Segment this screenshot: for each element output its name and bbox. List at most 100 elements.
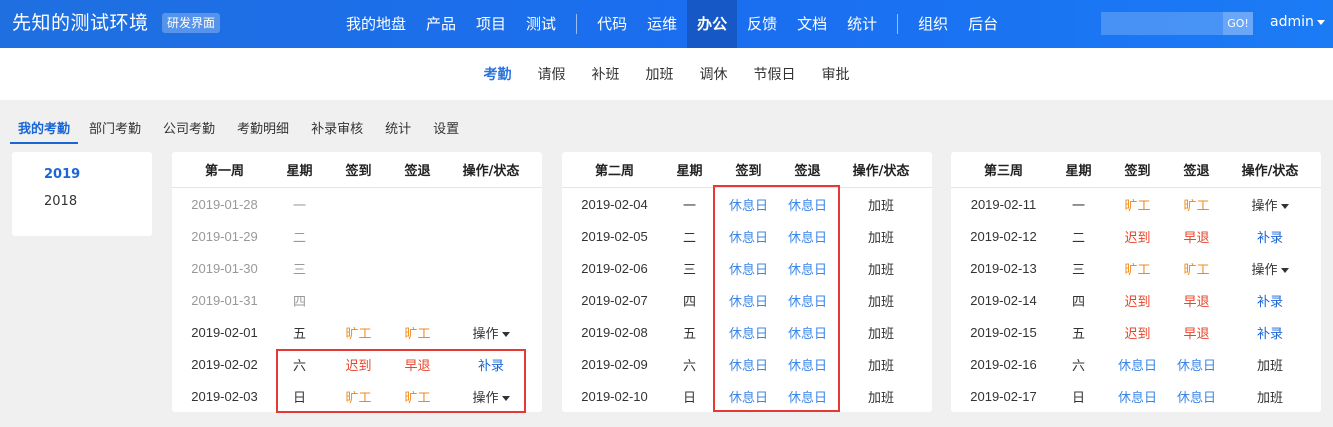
date-cell: 2019-02-13 [970, 260, 1037, 276]
overtime-status: 加班 [867, 358, 894, 374]
table-header-row: 第一周 星期 签到 签退 操作/状态 [172, 152, 542, 188]
nav-item-code[interactable]: 代码 [587, 0, 637, 48]
nav-item-office[interactable]: 办公 [687, 0, 738, 48]
date-cell: 2019-01-31 [191, 292, 258, 308]
date-cell: 2019-02-04 [581, 196, 648, 212]
weekday-cell: 四 [292, 294, 306, 310]
signout-cell [395, 252, 440, 284]
nav-item-ops[interactable]: 运维 [637, 0, 687, 48]
weekday-cell: 六 [682, 358, 696, 374]
subnav-item-approval[interactable]: 审批 [809, 64, 863, 84]
nav-item-qa[interactable]: 测试 [516, 0, 566, 48]
nav-item-feedback[interactable]: 反馈 [737, 0, 787, 48]
nav-item-project[interactable]: 项目 [466, 0, 516, 48]
env-badge: 研发界面 [162, 13, 221, 33]
date-cell: 2019-02-17 [970, 388, 1037, 404]
signin-status-rest: 休息日 [728, 358, 768, 374]
nav-item-org[interactable]: 组织 [908, 0, 958, 48]
date-cell: 2019-01-28 [191, 196, 258, 212]
search-input[interactable] [1101, 12, 1223, 35]
nav-item-product[interactable]: 产品 [416, 0, 466, 48]
action-cell [440, 188, 542, 221]
weekday-cell: 二 [682, 230, 696, 246]
tab-my-attendance[interactable]: 我的考勤 [10, 114, 79, 144]
sub-nav: 考勤 请假 补班 加班 调休 节假日 审批 [0, 48, 1333, 100]
col-action: 操作/状态 [830, 152, 932, 188]
makeup-link[interactable]: 补录 [1219, 284, 1321, 316]
tab-company-attendance[interactable]: 公司考勤 [152, 114, 226, 144]
signin-status-rest: 休息日 [728, 390, 768, 406]
weekday-cell: 二 [292, 230, 306, 246]
caret-down-icon [1280, 203, 1289, 209]
year-item[interactable]: 2018 [44, 194, 77, 209]
search-go-button[interactable]: GO! [1223, 12, 1253, 35]
caret-down-icon [1280, 267, 1289, 273]
subnav-item-holiday[interactable]: 节假日 [741, 64, 809, 84]
weekday-cell: 三 [1071, 262, 1085, 278]
tab-attendance-detail[interactable]: 考勤明细 [226, 114, 300, 144]
nav-item-admin[interactable]: 后台 [958, 0, 1008, 48]
subnav-item-makeup[interactable]: 补班 [579, 64, 633, 84]
table-row: 2019-02-01 五 旷工 旷工 操作 [172, 316, 542, 348]
action-cell: 操作 [1219, 252, 1321, 284]
weekday-cell: 六 [292, 358, 306, 374]
nav-divider [576, 14, 578, 34]
signout-status-early: 早退 [404, 358, 431, 374]
attendance-table: 第一周 星期 签到 签退 操作/状态 2019-01-28 一 2019-01-… [172, 152, 542, 412]
table-row: 2019-02-13 三 旷工 旷工 操作 [951, 252, 1321, 284]
action-dropdown[interactable]: 操作 [1251, 199, 1289, 214]
col-weekday: 星期 [277, 152, 322, 188]
signout-status-rest: 休息日 [787, 358, 827, 374]
col-weekday: 星期 [1056, 152, 1101, 188]
table-row: 2019-02-08 五 休息日 休息日 加班 [562, 316, 932, 348]
action-dropdown[interactable]: 操作 [472, 327, 510, 342]
makeup-link[interactable]: 补录 [1219, 316, 1321, 348]
action-cell [440, 284, 542, 316]
col-action: 操作/状态 [440, 152, 542, 188]
nav-item-stats[interactable]: 统计 [837, 0, 887, 48]
subnav-item-overtime[interactable]: 加班 [633, 64, 687, 84]
signin-cell [322, 284, 395, 316]
overtime-status: 加班 [1256, 358, 1283, 374]
weekday-cell: 三 [292, 262, 306, 278]
col-signout: 签退 [1174, 152, 1219, 188]
action-dropdown[interactable]: 操作 [472, 391, 510, 406]
tab-makeup-review[interactable]: 补录审核 [300, 114, 374, 144]
signin-status-absent: 旷工 [1124, 262, 1151, 278]
date-cell: 2019-02-05 [581, 228, 648, 244]
tab-statistics[interactable]: 统计 [374, 114, 422, 144]
table-row: 2019-01-30 三 [172, 252, 542, 284]
tab-dept-attendance[interactable]: 部门考勤 [78, 114, 152, 144]
app-title[interactable]: 先知的测试环境 [12, 10, 149, 36]
subnav-item-attendance[interactable]: 考勤 [471, 64, 525, 84]
signin-status-rest: 休息日 [1117, 390, 1157, 406]
signout-status-early: 早退 [1183, 294, 1210, 310]
date-cell: 2019-02-06 [581, 260, 648, 276]
signin-status-late: 迟到 [345, 358, 372, 374]
subnav-item-lieu[interactable]: 调休 [687, 64, 741, 84]
col-signin: 签到 [1101, 152, 1174, 188]
weekday-cell: 一 [1071, 198, 1085, 214]
weekday-cell: 一 [292, 198, 306, 214]
year-item-active[interactable]: 2019 [44, 167, 80, 182]
weekday-cell: 日 [682, 390, 696, 406]
table-row: 2019-02-12 二 迟到 早退 补录 [951, 220, 1321, 252]
makeup-link[interactable]: 补录 [440, 348, 542, 380]
user-menu[interactable]: admin [1270, 14, 1325, 30]
table-row: 2019-02-14 四 迟到 早退 补录 [951, 284, 1321, 316]
nav-item-my[interactable]: 我的地盘 [336, 0, 416, 48]
nav-item-doc[interactable]: 文档 [787, 0, 837, 48]
signout-cell [395, 188, 440, 221]
makeup-link[interactable]: 补录 [1219, 220, 1321, 252]
table-row: 2019-02-03 日 旷工 旷工 操作 [172, 380, 542, 412]
table-header-row: 第三周 星期 签到 签退 操作/状态 [951, 152, 1321, 188]
table-row: 2019-02-10 日 休息日 休息日 加班 [562, 380, 932, 412]
subnav-item-leave[interactable]: 请假 [525, 64, 579, 84]
col-week: 第一周 [172, 152, 277, 188]
table-row: 2019-02-17 日 休息日 休息日 加班 [951, 380, 1321, 412]
action-dropdown[interactable]: 操作 [1251, 263, 1289, 278]
date-cell: 2019-02-16 [970, 356, 1037, 372]
tab-settings[interactable]: 设置 [422, 114, 470, 144]
caret-down-icon [501, 395, 510, 401]
table-row: 2019-01-29 二 [172, 220, 542, 252]
